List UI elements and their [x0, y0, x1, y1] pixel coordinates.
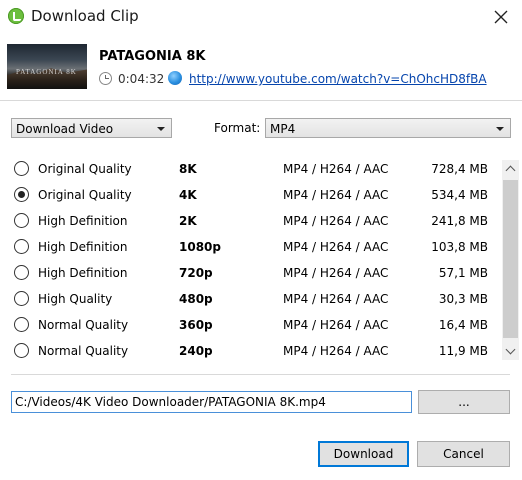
resolution-label: 4K	[179, 188, 197, 202]
file-size-label: 16,4 MB	[438, 318, 488, 332]
quality-label: Normal Quality	[38, 344, 129, 358]
header-divider	[0, 100, 522, 101]
save-path-input[interactable]	[11, 391, 412, 413]
file-size-label: 241,8 MB	[431, 214, 488, 228]
browse-button[interactable]: ...	[418, 390, 510, 414]
codec-label: MP4 / H264 / AAC	[283, 266, 389, 280]
quality-option-row[interactable]: High Definition 1080p MP4 / H264 / AAC 1…	[0, 235, 500, 261]
resolution-label: 1080p	[179, 240, 221, 254]
codec-label: MP4 / H264 / AAC	[283, 214, 389, 228]
quality-radio[interactable]	[14, 291, 29, 306]
globe-icon	[168, 71, 182, 85]
file-size-label: 30,3 MB	[438, 292, 488, 306]
quality-option-row[interactable]: Original Quality 8K MP4 / H264 / AAC 728…	[0, 157, 500, 183]
resolution-label: 240p	[179, 344, 213, 358]
download-button[interactable]: Download	[318, 441, 409, 467]
quality-label: High Quality	[38, 292, 113, 306]
quality-option-row[interactable]: High Definition 2K MP4 / H264 / AAC 241,…	[0, 209, 500, 235]
close-icon	[494, 10, 508, 24]
chevron-down-icon	[496, 127, 504, 131]
resolution-label: 720p	[179, 266, 213, 280]
resolution-label: 480p	[179, 292, 213, 306]
cancel-button[interactable]: Cancel	[417, 441, 510, 467]
file-size-label: 534,4 MB	[431, 188, 488, 202]
codec-label: MP4 / H264 / AAC	[283, 318, 389, 332]
file-size-label: 728,4 MB	[431, 162, 488, 176]
quality-label: High Definition	[38, 214, 128, 228]
codec-label: MP4 / H264 / AAC	[283, 240, 389, 254]
file-size-label: 57,1 MB	[438, 266, 488, 280]
format-dropdown-value: MP4	[270, 122, 296, 136]
quality-label: High Definition	[38, 266, 128, 280]
close-button[interactable]	[484, 4, 518, 30]
codec-label: MP4 / H264 / AAC	[283, 188, 389, 202]
quality-label: Original Quality	[38, 162, 132, 176]
quality-label: Original Quality	[38, 188, 132, 202]
quality-label: Normal Quality	[38, 318, 129, 332]
scrollbar-thumb[interactable]	[503, 180, 518, 338]
video-title: PATAGONIA 8K	[99, 49, 206, 64]
file-size-label: 103,8 MB	[431, 240, 488, 254]
scroll-up-button[interactable]	[502, 160, 519, 178]
chevron-down-icon	[505, 344, 516, 355]
quality-option-row[interactable]: Normal Quality 240p MP4 / H264 / AAC 11,…	[0, 339, 500, 365]
resolution-label: 2K	[179, 214, 197, 228]
quality-radio[interactable]	[14, 239, 29, 254]
quality-option-row[interactable]: Original Quality 4K MP4 / H264 / AAC 534…	[0, 183, 500, 209]
app-logo-icon	[8, 8, 24, 24]
scroll-down-button[interactable]	[502, 342, 519, 360]
video-thumbnail: PATAGONIA 8K	[7, 44, 87, 89]
chevron-up-icon	[505, 165, 516, 176]
resolution-label: 8K	[179, 162, 197, 176]
file-size-label: 11,9 MB	[438, 344, 488, 358]
video-url-link[interactable]: http://www.youtube.com/watch?v=ChOhcHD8f…	[189, 72, 487, 86]
quality-radio[interactable]	[14, 187, 29, 202]
codec-label: MP4 / H264 / AAC	[283, 292, 389, 306]
quality-radio[interactable]	[14, 213, 29, 228]
quality-label: High Definition	[38, 240, 128, 254]
action-dropdown-value: Download Video	[16, 122, 114, 136]
quality-radio[interactable]	[14, 265, 29, 280]
list-divider	[11, 374, 510, 375]
action-dropdown[interactable]: Download Video	[11, 118, 172, 138]
quality-option-row[interactable]: High Definition 720p MP4 / H264 / AAC 57…	[0, 261, 500, 287]
quality-option-row[interactable]: Normal Quality 360p MP4 / H264 / AAC 16,…	[0, 313, 500, 339]
quality-radio[interactable]	[14, 161, 29, 176]
quality-radio[interactable]	[14, 317, 29, 332]
quality-option-row[interactable]: High Quality 480p MP4 / H264 / AAC 30,3 …	[0, 287, 500, 313]
window-title: Download Clip	[31, 7, 139, 25]
clock-icon	[99, 72, 112, 85]
codec-label: MP4 / H264 / AAC	[283, 162, 389, 176]
thumbnail-caption: PATAGONIA 8K	[16, 68, 77, 76]
resolution-label: 360p	[179, 318, 213, 332]
quality-radio[interactable]	[14, 343, 29, 358]
chevron-down-icon	[157, 127, 165, 131]
codec-label: MP4 / H264 / AAC	[283, 344, 389, 358]
format-dropdown[interactable]: MP4	[265, 118, 511, 138]
video-duration: 0:04:32	[118, 72, 165, 86]
format-label: Format:	[214, 121, 261, 135]
